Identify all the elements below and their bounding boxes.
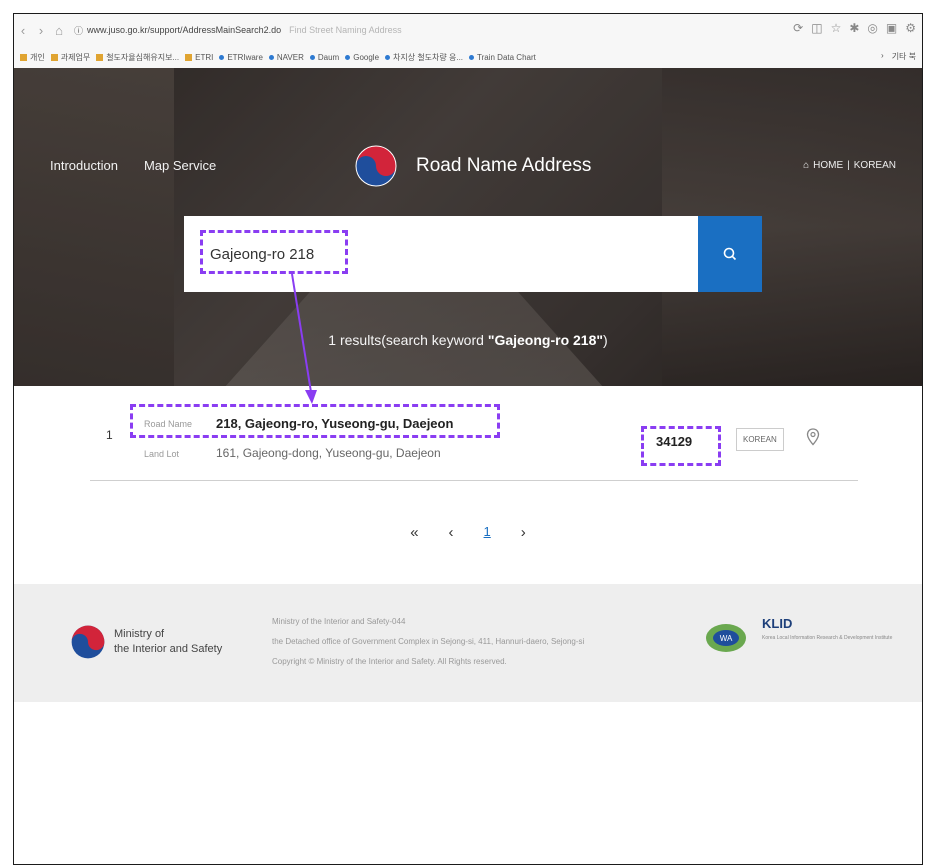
map-pin-icon[interactable] [806,428,820,446]
globe-icon [345,54,351,60]
bookmark-item[interactable]: 개인 [20,52,45,63]
taegeuk-logo-icon [71,625,105,659]
footer-address: the Detached office of Government Comple… [272,637,585,646]
home-icon[interactable]: ⌂ [50,23,68,38]
bookmarks-bar: 개인 과제업무 철도자율심해유지보... ETRI ETRIware NAVER… [14,46,922,69]
bookmark-item[interactable]: NAVER [268,53,304,62]
bookmark-item[interactable]: Daum [309,53,339,62]
annotation-arrow [291,273,317,404]
results-suffix: ) [603,332,608,348]
apps-icon [96,53,104,61]
bookmark-item[interactable]: 철도자율심해유지보... [96,52,179,63]
globe-icon [469,54,475,60]
reader-icon[interactable]: ◫ [811,21,822,35]
first-page-button[interactable]: « [410,524,418,541]
refresh-icon[interactable]: ⟳ [793,21,803,35]
bookmark-item[interactable]: 과제업무 [50,52,90,63]
ministry-name-line1: Ministry of [114,628,165,640]
globe-icon [385,54,391,60]
svg-text:WA: WA [720,634,733,643]
nav-map-service[interactable]: Map Service [144,158,216,173]
nav-introduction[interactable]: Introduction [50,158,118,173]
address-bar: ‹ › ⌂ ⓘ www.juso.go.kr/support/AddressMa… [14,14,922,47]
lot-address: 161, Gajeong-dong, Yuseong-gu, Daejeon [216,446,441,460]
prev-page-button[interactable]: ‹ [449,524,454,541]
search-icon [723,247,737,261]
page-title-hint: Find Street Naming Address [289,25,402,35]
search-button[interactable] [698,216,762,292]
pagination: « ‹ 1 › [14,524,922,541]
annotation-box-query [200,230,348,274]
ministry-logo: Ministry of the Interior and Safety [70,624,222,660]
chevron-right-icon: › [881,51,884,60]
url-field[interactable]: ⓘ www.juso.go.kr/support/AddressMainSear… [74,24,402,37]
korean-address-button[interactable]: KOREAN [736,428,784,451]
footer-contact: Ministry of the Interior and Safety-044 [272,617,406,626]
result-index: 1 [106,428,113,442]
site-title: Road Name Address [416,155,592,176]
main-nav: Introduction Map Service [50,158,216,173]
results-prefix: 1 results(search keyword [328,332,488,348]
results-summary: 1 results(search keyword "Gajeong-ro 218… [14,332,922,348]
klid-text: KLID [762,616,793,631]
settings-icon[interactable]: ⚙ [905,21,916,35]
bookmark-item[interactable]: Google [345,53,379,62]
bookmark-item[interactable]: Train Data Chart [469,53,536,62]
info-icon: ⓘ [74,25,84,36]
page-1-link[interactable]: 1 [484,524,491,541]
land-lot-label: Land Lot [144,449,180,459]
other-bookmarks[interactable]: 기타 북 [892,51,916,62]
annotation-box-road-address [130,404,500,438]
klid-subtitle: Korea Local Information Research & Devel… [762,635,893,641]
forward-icon[interactable]: › [32,23,50,38]
browser-window: ‹ › ⌂ ⓘ www.juso.go.kr/support/AddressMa… [13,13,923,865]
bookmarks-overflow[interactable]: › 기타 북 [881,51,916,62]
account-icon[interactable]: ◎ [867,21,877,35]
extension-icon[interactable]: ✱ [849,21,859,35]
home-link[interactable]: HOME [813,160,843,171]
globe-icon [219,54,225,60]
annotation-box-zip [641,426,721,466]
bookmark-item[interactable]: 차지상 철도차량 응... [385,52,463,63]
apps-icon [185,53,193,61]
toolbar-icons: ⟳ ◫ ☆ ✱ ◎ ▣ ⚙ [793,21,916,35]
folder-icon [20,53,27,61]
next-page-button[interactable]: › [521,524,526,541]
home-small-icon: ⌂ [803,160,810,171]
korean-link[interactable]: KOREAN [854,160,896,171]
footer-info: Ministry of the Interior and Safety-044 … [272,612,584,672]
taegeuk-logo-icon [355,145,397,187]
globe-icon [309,54,315,60]
star-icon[interactable]: ☆ [831,21,842,35]
footer-copyright: Copyright © Ministry of the Interior and… [272,657,507,666]
collections-icon[interactable]: ▣ [886,21,897,35]
ministry-name-line2: the Interior and Safety [114,643,223,655]
url-text: www.juso.go.kr/support/AddressMainSearch… [87,25,282,35]
globe-icon [268,54,274,60]
footer: Ministry of the Interior and Safety Mini… [14,584,922,702]
bookmark-item[interactable]: ETRI [185,53,213,62]
back-icon[interactable]: ‹ [14,23,32,38]
hero-banner: Introduction Map Service Road Name Addre… [14,68,922,386]
util-nav: ⌂ HOME | KOREAN [803,160,896,171]
folder-icon [50,53,58,61]
site-logo[interactable]: Road Name Address [354,144,591,188]
klid-logo: KLID Korea Local Information Research & … [762,616,892,642]
bookmark-item[interactable]: ETRIware [219,53,263,62]
divider: | [847,160,850,171]
results-keyword: "Gajeong-ro 218" [487,332,604,348]
certification-badge-icon: WA [706,624,746,652]
